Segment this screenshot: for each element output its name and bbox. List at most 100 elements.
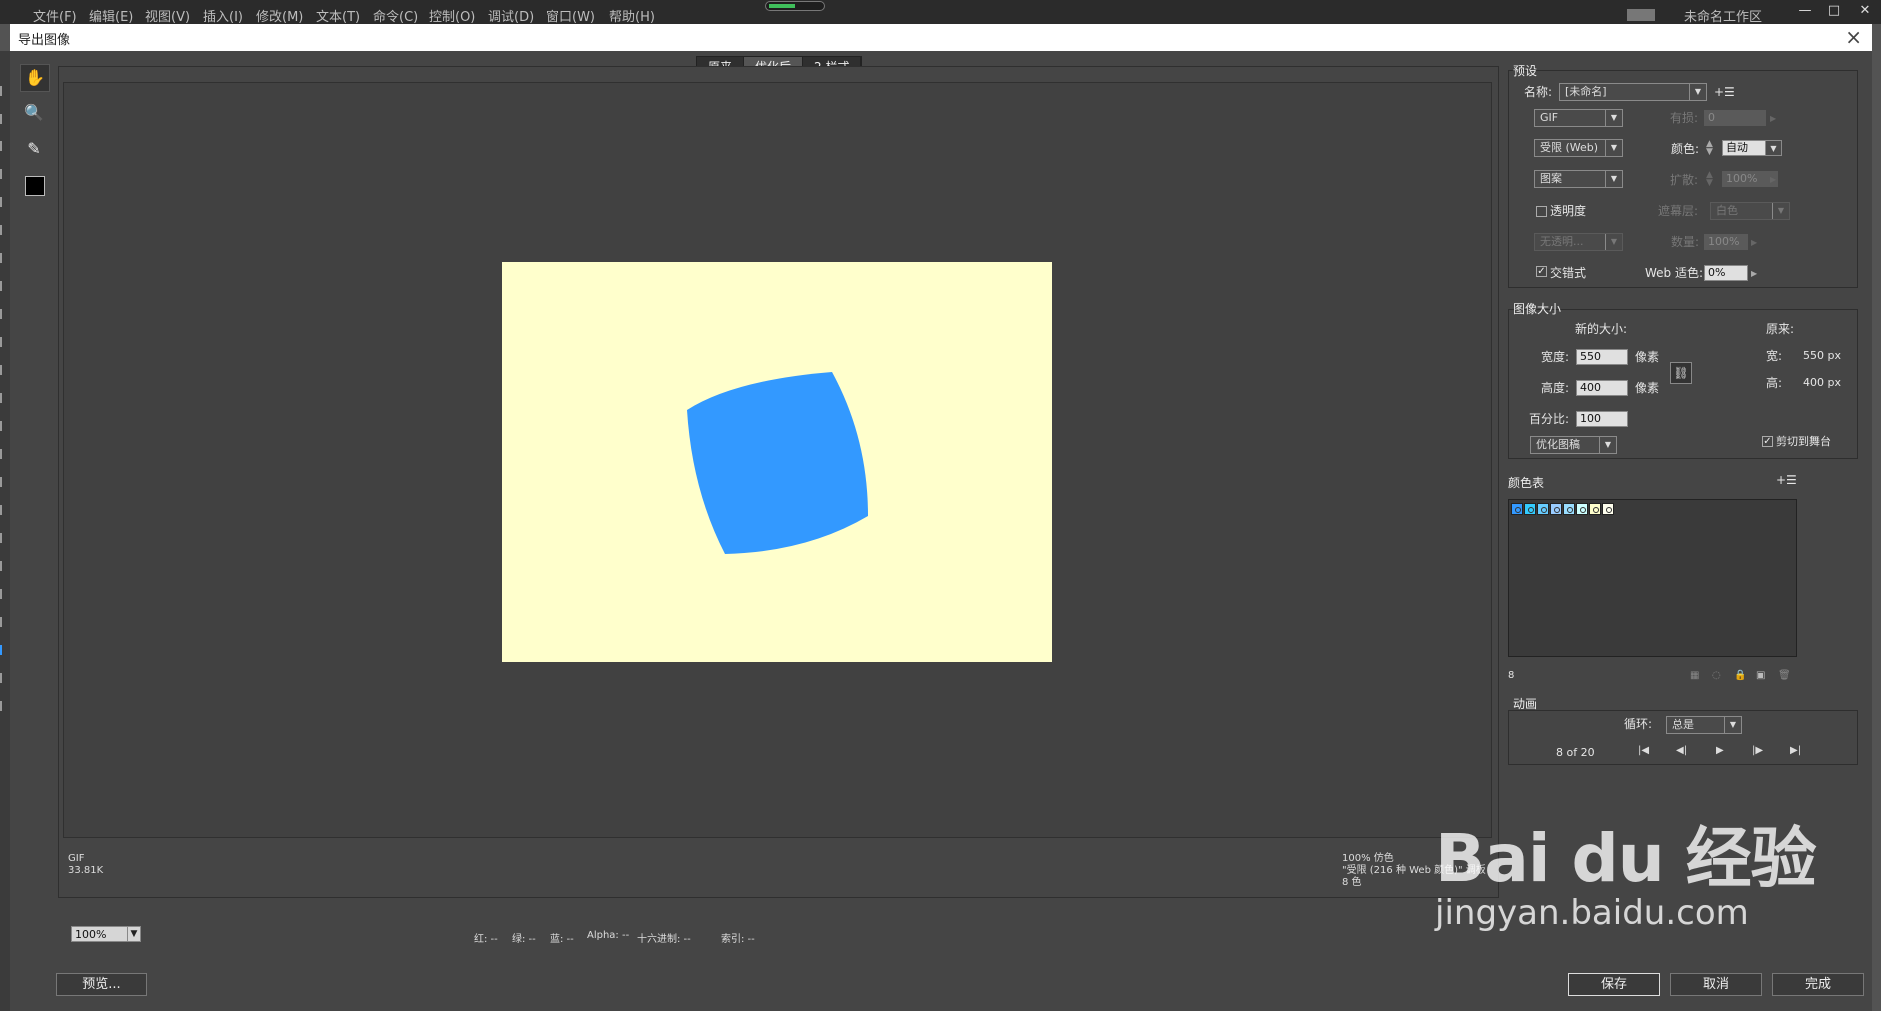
eyedropper-tool-button[interactable]: ✎: [20, 136, 48, 162]
close-app-button[interactable]: ✕: [1854, 2, 1876, 20]
width-label: 宽度:: [1541, 350, 1570, 364]
play-icon[interactable]: ▶: [1716, 745, 1724, 756]
save-button[interactable]: 保存: [1568, 973, 1660, 996]
minimize-button[interactable]: —: [1794, 2, 1816, 20]
next-frame-icon[interactable]: |▶: [1752, 745, 1763, 756]
eraser-tool-icon[interactable]: [0, 505, 10, 515]
dialog-close-button[interactable]: ×: [1845, 26, 1862, 48]
loop-select[interactable]: 总是 ▼: [1666, 716, 1742, 734]
dither-stepper-icon[interactable]: ▲ ▼: [1706, 171, 1713, 188]
color-swatch[interactable]: [1524, 503, 1536, 515]
done-button[interactable]: 完成: [1772, 973, 1864, 996]
clip-to-stage-checkbox[interactable]: ✓: [1762, 436, 1773, 447]
transparency-dither-value: 无透明...: [1540, 235, 1584, 248]
chevron-down-icon: ▼: [1724, 717, 1741, 733]
width-unit: 像素: [1635, 350, 1660, 364]
new-color-icon[interactable]: ▣: [1756, 668, 1765, 684]
cancel-button[interactable]: 取消: [1670, 973, 1762, 996]
stroke-color-icon[interactable]: [0, 617, 10, 627]
eyedropper-tool-icon[interactable]: [0, 477, 10, 487]
subselection-tool-icon[interactable]: [0, 114, 10, 124]
lasso-tool-icon[interactable]: [0, 197, 10, 207]
preset-options-menu-icon[interactable]: +☰: [1714, 84, 1735, 100]
transform-tool-icon[interactable]: [0, 141, 10, 151]
snap-to-web-icon[interactable]: ▦: [1690, 668, 1699, 684]
lossy-field[interactable]: 0: [1704, 110, 1766, 126]
color-swatch[interactable]: [1589, 503, 1601, 515]
baidu-jingyan-watermark: Bai du 经验 jingyan.baidu.com: [1435, 805, 1817, 933]
web-snap-arrow-icon[interactable]: ▶: [1751, 269, 1757, 278]
preview-format: GIF: [68, 853, 85, 864]
zoom-dropdown-arrow-icon[interactable]: ▼: [127, 926, 141, 942]
lossy-arrow-icon[interactable]: ▶: [1770, 114, 1776, 123]
swap-colors-icon[interactable]: [0, 673, 10, 683]
height-field[interactable]: 400: [1576, 380, 1628, 396]
amount-field[interactable]: 100%: [1704, 234, 1748, 250]
transparent-color-icon[interactable]: ◌: [1712, 668, 1721, 684]
transparency-checkbox[interactable]: [1536, 206, 1547, 217]
zoom-tool-button[interactable]: 🔍: [20, 100, 48, 126]
matte-color-swatch[interactable]: [25, 176, 45, 196]
first-frame-icon[interactable]: |◀: [1638, 745, 1649, 756]
percent-field[interactable]: 100: [1576, 411, 1628, 427]
line-tool-icon[interactable]: [0, 281, 10, 291]
lossy-label: 有损:: [1670, 111, 1699, 125]
colors-stepper-icon[interactable]: ▲ ▼: [1706, 140, 1713, 157]
loop-label: 循环:: [1624, 717, 1653, 731]
color-swatch[interactable]: [1602, 503, 1614, 515]
workspace-switch-icon[interactable]: [1627, 9, 1655, 21]
preview-tools: ✋ 🔍 ✎: [20, 64, 50, 196]
color-table[interactable]: [1508, 499, 1797, 657]
interlaced-checkbox[interactable]: ✓: [1536, 266, 1547, 277]
amount-arrow-icon[interactable]: ▶: [1751, 238, 1757, 247]
fill-color-icon[interactable]: [0, 645, 10, 655]
image-size-title: 图像大小: [1513, 302, 1562, 316]
color-swatch[interactable]: [1563, 503, 1575, 515]
color-swatch[interactable]: [1576, 503, 1588, 515]
pencil-tool-icon[interactable]: [0, 365, 10, 375]
text-tool-icon[interactable]: [0, 253, 10, 263]
previous-frame-icon[interactable]: ◀|: [1676, 745, 1687, 756]
quality-select[interactable]: 优化图稿 ▼: [1530, 436, 1617, 454]
interlaced-label: 交错式: [1550, 266, 1587, 280]
3d-tool-icon[interactable]: [0, 169, 10, 179]
oval-tool-icon[interactable]: [0, 337, 10, 347]
bone-tool-icon[interactable]: [0, 421, 10, 431]
width-field[interactable]: 550: [1576, 349, 1628, 365]
readout-blue: 蓝: --: [550, 934, 574, 945]
paint-bucket-tool-icon[interactable]: [0, 449, 10, 459]
snap-icon[interactable]: [0, 701, 10, 711]
height-unit: 像素: [1635, 381, 1660, 395]
rectangle-tool-icon[interactable]: [0, 309, 10, 319]
readout-red: 红: --: [474, 934, 498, 945]
brush-tool-icon[interactable]: [0, 393, 10, 403]
preview-canvas[interactable]: [502, 262, 1052, 662]
hand-tool-button[interactable]: ✋: [20, 64, 50, 92]
palette-select[interactable]: 受限 (Web) ▼: [1534, 139, 1623, 157]
format-select[interactable]: GIF ▼: [1534, 109, 1623, 127]
dither-arrow-icon[interactable]: ▶: [1770, 175, 1776, 184]
web-snap-field[interactable]: 0%: [1704, 265, 1748, 281]
zoom-tool-icon[interactable]: [0, 589, 10, 599]
delete-color-icon[interactable]: 🗑: [1778, 668, 1791, 684]
color-swatch[interactable]: [1511, 503, 1523, 515]
camera-tool-icon[interactable]: [0, 533, 10, 543]
dither-select[interactable]: 图案 ▼: [1534, 170, 1623, 188]
maximize-button[interactable]: □: [1823, 2, 1845, 20]
matte-select[interactable]: 白色 ▼: [1710, 202, 1790, 220]
dither-amount-label: 扩散:: [1670, 173, 1699, 187]
color-swatch[interactable]: [1550, 503, 1562, 515]
last-frame-icon[interactable]: ▶|: [1790, 745, 1801, 756]
preset-name-select[interactable]: [未命名] ▼: [1559, 83, 1707, 101]
lock-color-icon[interactable]: 🔒: [1734, 668, 1746, 684]
hand-tool-icon[interactable]: [0, 561, 10, 571]
selection-tool-icon[interactable]: [0, 86, 10, 96]
color-swatch[interactable]: [1537, 503, 1549, 515]
colors-dropdown[interactable]: ▼: [1765, 140, 1782, 156]
transparency-dither-select[interactable]: 无透明... ▼: [1534, 233, 1623, 251]
constrain-proportions-link-icon[interactable]: ⛓: [1670, 362, 1692, 384]
preview-button[interactable]: 预览...: [56, 973, 147, 996]
pen-tool-icon[interactable]: [0, 225, 10, 235]
color-table-menu-icon[interactable]: +☰: [1776, 472, 1797, 488]
preview-info-left: GIF 33.81K: [68, 853, 103, 877]
